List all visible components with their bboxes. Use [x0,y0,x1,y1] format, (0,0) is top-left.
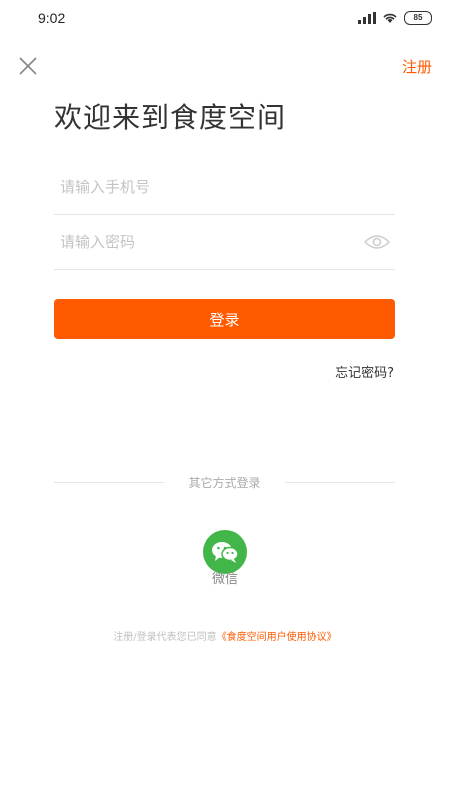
battery-indicator: 85 [404,11,432,25]
phone-field-row [54,160,395,215]
login-button[interactable]: 登录 [54,299,395,339]
status-time: 9:02 [38,10,66,26]
agreement-link[interactable]: 《食度空间用户使用协议》 [217,632,337,643]
password-field-row [54,215,395,270]
agreement-prefix: 注册/登录代表您已同意 [113,632,217,643]
close-button[interactable] [16,54,40,78]
page-title: 欢迎来到食度空间 [54,101,287,134]
other-login-divider: 其它方式登录 [54,473,395,493]
status-icons: 85 [358,11,432,25]
status-bar: 9:02 85 [0,0,450,36]
eye-icon [363,235,391,249]
close-icon [19,57,37,75]
wifi-icon [383,13,397,23]
wechat-label: 微信 [211,572,238,587]
toggle-password-visibility[interactable] [363,232,391,252]
password-input[interactable] [54,215,395,269]
divider-line-right [285,482,395,483]
phone-input[interactable] [54,160,395,214]
forgot-password-link[interactable]: 忘记密码? [335,362,394,381]
signal-icon [358,12,376,24]
wechat-icon [212,542,239,563]
agreement-text: 注册/登录代表您已同意《食度空间用户使用协议》 [0,628,450,643]
register-link[interactable]: 注册 [402,56,432,77]
